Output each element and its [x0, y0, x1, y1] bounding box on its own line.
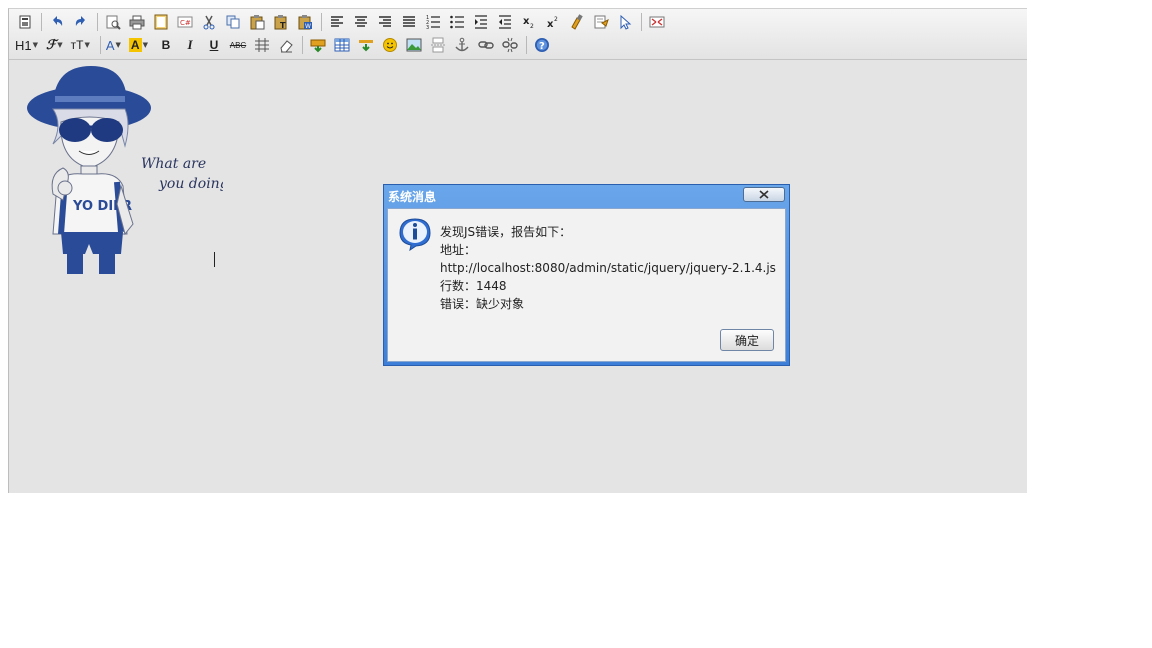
toolbar-separator — [321, 13, 322, 31]
source-icon[interactable] — [15, 12, 35, 32]
chevron-down-icon: ▼ — [84, 41, 90, 49]
heading-dropdown[interactable]: H1 ▼ — [15, 38, 38, 53]
dialog-message: 发现JS错误，报告如下： 地址： http://localhost:8080/a… — [440, 223, 776, 313]
svg-text:C#: C# — [180, 19, 191, 27]
address-label: 地址： — [440, 243, 477, 257]
anchor-icon[interactable] — [452, 35, 472, 55]
info-icon — [399, 218, 431, 251]
line-height-icon[interactable] — [252, 35, 272, 55]
toolbar-separator — [99, 36, 101, 54]
font-size-dropdown[interactable]: тT ▼ — [71, 38, 90, 52]
font-family-dropdown[interactable]: ℱ ▼ — [46, 37, 63, 53]
svg-text:2: 2 — [530, 23, 534, 30]
help-icon[interactable]: ? — [532, 35, 552, 55]
chevron-down-icon: ▼ — [115, 41, 121, 49]
toolbar-separator — [97, 13, 98, 31]
svg-text:W: W — [305, 23, 311, 30]
code-icon[interactable]: C# — [175, 12, 195, 32]
chevron-down-icon: ▼ — [142, 41, 148, 49]
template-icon[interactable] — [151, 12, 171, 32]
text-cursor — [214, 252, 215, 267]
print-icon[interactable] — [127, 12, 147, 32]
paste-text-icon[interactable]: T — [271, 12, 291, 32]
svg-text:x: x — [547, 19, 554, 30]
editor-toolbar: C# T W 123 x2 x2 H1 ▼ ℱ ▼ тT ▼ A ▼ A ▼ B… — [9, 9, 1027, 60]
highlight-label: A — [128, 38, 142, 52]
dialog-close-button[interactable] — [743, 187, 785, 202]
toolbar-separator — [41, 13, 42, 31]
error-heading: 发现JS错误，报告如下： — [440, 225, 572, 239]
system-message-dialog: 系统消息 发现JS错误，报告如下： 地址： http://localhost:8… — [383, 184, 790, 366]
error-url: http://localhost:8080/admin/static/jquer… — [440, 261, 776, 275]
undo-icon[interactable] — [47, 12, 67, 32]
dialog-title: 系统消息 — [388, 190, 437, 204]
paste-icon[interactable] — [247, 12, 267, 32]
font-family-label: ℱ — [46, 37, 57, 52]
pointer-icon[interactable] — [615, 12, 635, 32]
svg-text:?: ? — [539, 41, 545, 52]
unlink-icon[interactable] — [500, 35, 520, 55]
toolbar-separator — [301, 36, 303, 54]
pagebreak-icon[interactable] — [428, 35, 448, 55]
error-message: 错误：缺少对象 — [440, 297, 525, 311]
cut-icon[interactable] — [199, 12, 219, 32]
preview-icon[interactable] — [103, 12, 123, 32]
copy-icon[interactable] — [223, 12, 243, 32]
align-justify-icon[interactable] — [399, 12, 419, 32]
svg-text:2: 2 — [554, 16, 558, 23]
dialog-body: 发现JS错误，报告如下： 地址： http://localhost:8080/a… — [387, 208, 786, 362]
chevron-down-icon: ▼ — [57, 41, 63, 49]
paste-word-icon[interactable]: W — [295, 12, 315, 32]
clear-format-icon[interactable] — [567, 12, 587, 32]
hr-icon[interactable] — [356, 35, 376, 55]
svg-text:x: x — [523, 16, 530, 27]
ordered-list-icon[interactable]: 123 — [423, 12, 443, 32]
heading-label: H1 — [15, 37, 32, 53]
cartoon-illustration: YO DIER What are you doing? — [27, 66, 223, 274]
link-icon[interactable] — [476, 35, 496, 55]
toolbar-separator — [641, 13, 642, 31]
image-icon[interactable] — [404, 35, 424, 55]
highlight-dropdown[interactable]: A ▼ — [128, 38, 148, 52]
emoticon-icon[interactable] — [380, 35, 400, 55]
table-icon[interactable] — [332, 35, 352, 55]
align-center-icon[interactable] — [351, 12, 371, 32]
align-left-icon[interactable] — [327, 12, 347, 32]
chevron-down-icon: ▼ — [32, 41, 39, 49]
close-icon — [759, 190, 769, 199]
align-right-icon[interactable] — [375, 12, 395, 32]
select-all-icon[interactable] — [591, 12, 611, 32]
indent-icon[interactable] — [471, 12, 491, 32]
fullscreen-icon[interactable] — [647, 12, 667, 32]
subscript-icon[interactable]: x2 — [519, 12, 539, 32]
unordered-list-icon[interactable] — [447, 12, 467, 32]
strikethrough-button[interactable]: ABC — [228, 35, 248, 55]
superscript-icon[interactable]: x2 — [543, 12, 563, 32]
toolbar-row-1: C# T W 123 x2 x2 — [15, 11, 671, 33]
ok-button[interactable]: 确定 — [720, 329, 774, 351]
italic-button[interactable]: I — [180, 35, 200, 55]
outdent-icon[interactable] — [495, 12, 515, 32]
insert-image-icon[interactable] — [308, 35, 328, 55]
font-size-label: тT — [70, 38, 84, 52]
line-number: 行数：1448 — [440, 279, 507, 293]
eraser-icon[interactable] — [276, 35, 296, 55]
toolbar-row-2: H1 ▼ ℱ ▼ тT ▼ A ▼ A ▼ B I U ABC ? — [15, 34, 556, 56]
caption-line-1: What are — [141, 156, 206, 172]
forecolor-label: A — [105, 37, 115, 53]
bold-button[interactable]: B — [156, 35, 176, 55]
redo-icon[interactable] — [71, 12, 91, 32]
svg-text:3: 3 — [426, 25, 429, 30]
svg-text:T: T — [280, 21, 286, 30]
toolbar-separator — [525, 36, 527, 54]
caption-line-2: you doing? — [158, 176, 223, 192]
underline-button[interactable]: U — [204, 35, 224, 55]
forecolor-dropdown[interactable]: A ▼ — [106, 38, 121, 53]
